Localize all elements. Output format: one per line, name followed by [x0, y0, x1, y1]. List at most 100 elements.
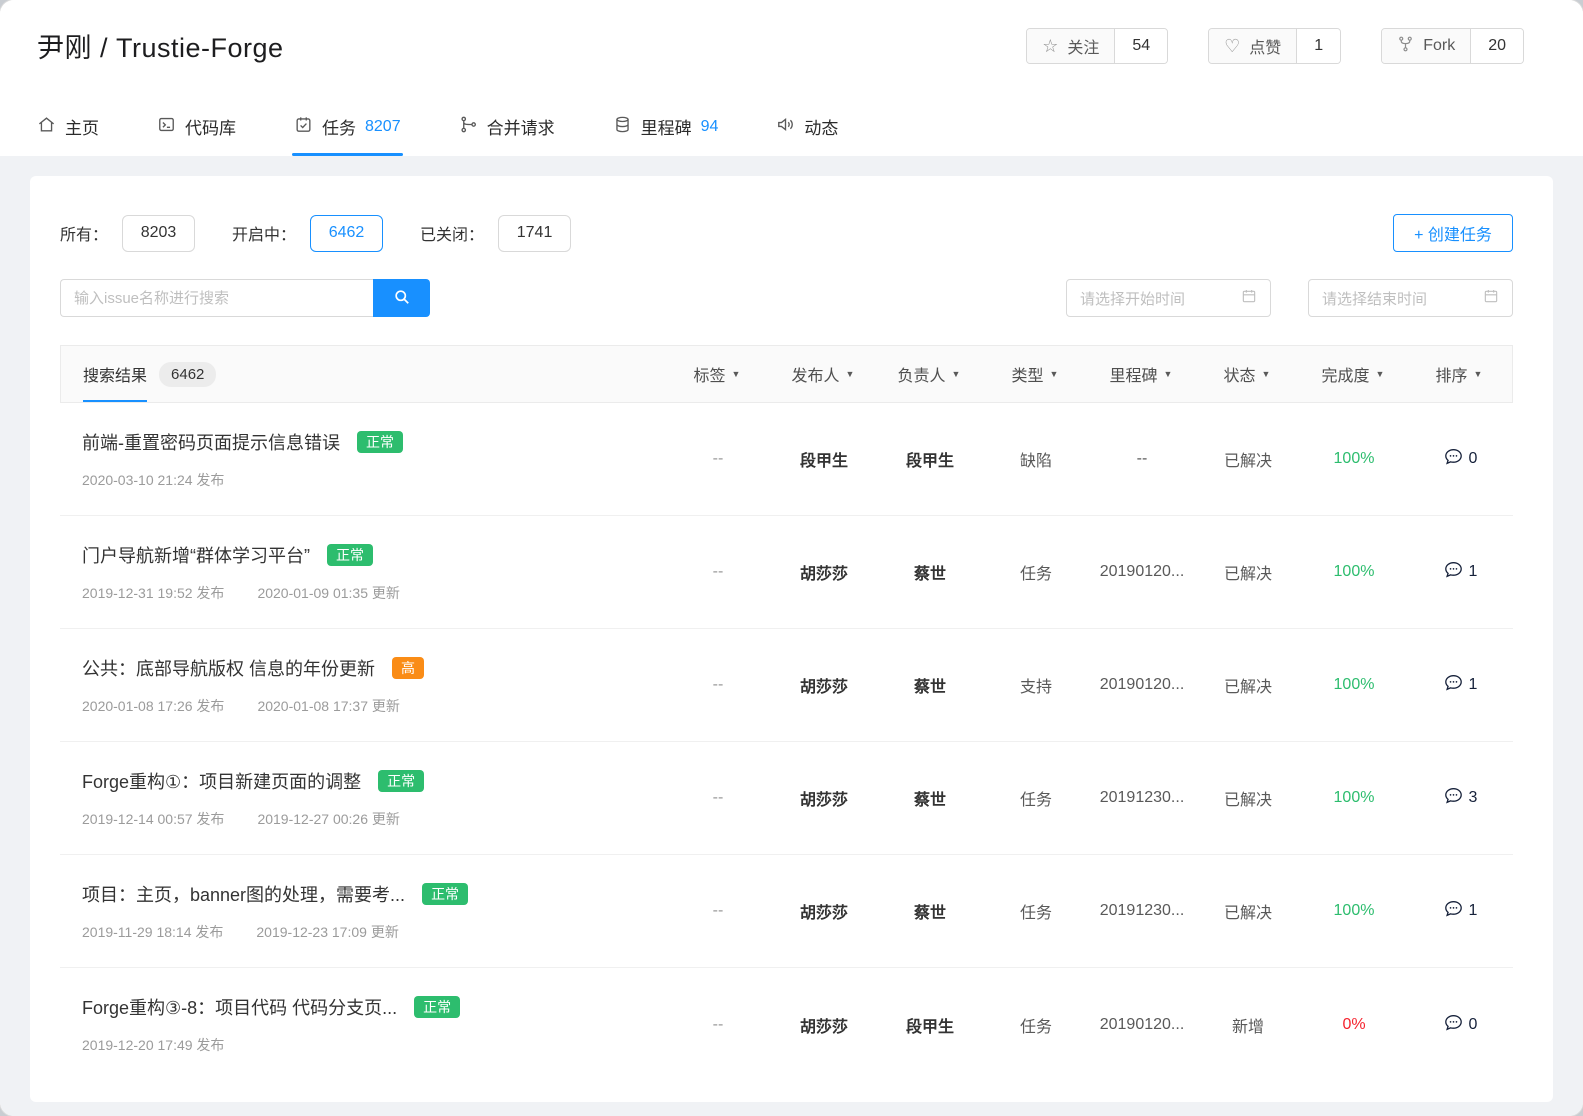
- column-type[interactable]: 类型▼: [982, 362, 1088, 386]
- cell-publisher[interactable]: 段甲生: [771, 447, 877, 471]
- cell-comments[interactable]: 1: [1407, 898, 1513, 924]
- column-status[interactable]: 状态▼: [1194, 362, 1300, 386]
- cell-publisher[interactable]: 胡莎莎: [771, 560, 877, 584]
- watch-count[interactable]: 54: [1114, 29, 1167, 63]
- cell-milestone: 20191230...: [1089, 789, 1195, 807]
- end-date-picker[interactable]: 请选择结束时间: [1308, 279, 1513, 317]
- status-badge: 正常: [327, 544, 373, 566]
- priority-badge: 高: [392, 657, 424, 679]
- cell-assignee[interactable]: 蔡世: [877, 786, 983, 810]
- issue-title[interactable]: 门户导航新增“群体学习平台”: [82, 542, 310, 568]
- column-publisher[interactable]: 发布人▼: [770, 362, 876, 386]
- cell-label: --: [665, 902, 771, 920]
- cell-status: 新增: [1195, 1013, 1301, 1037]
- create-issue-button[interactable]: + 创建任务: [1393, 214, 1513, 252]
- chevron-down-icon: ▼: [952, 369, 961, 379]
- published-date: 2019-12-20 17:49 发布: [82, 1035, 224, 1055]
- published-date: 2020-01-08 17:26 发布: [82, 696, 224, 716]
- issues-card: 所有： 8203 开启中： 6462 已关闭： 1741 + 创建任务: [30, 176, 1553, 1102]
- chevron-down-icon: ▼: [1164, 369, 1173, 379]
- cell-comments[interactable]: 1: [1407, 559, 1513, 585]
- cell-status: 已解决: [1195, 560, 1301, 584]
- repo-tabs: 主页 代码库 任务 8207: [37, 114, 1546, 156]
- table-row: 公共：底部导航版权 信息的年份更新 高 2020-01-08 17:26 发布 …: [60, 629, 1513, 742]
- home-icon: [37, 115, 56, 139]
- search-icon: [392, 287, 412, 310]
- cell-comments[interactable]: 0: [1407, 1012, 1513, 1038]
- cell-type: 任务: [983, 899, 1089, 923]
- cell-comments[interactable]: 0: [1407, 446, 1513, 472]
- cell-assignee[interactable]: 蔡世: [877, 560, 983, 584]
- cell-label: --: [665, 676, 771, 694]
- cell-comments[interactable]: 1: [1407, 672, 1513, 698]
- cell-type: 缺陷: [983, 447, 1089, 471]
- chevron-down-icon: ▼: [846, 369, 855, 379]
- fork-count[interactable]: 20: [1470, 29, 1523, 63]
- issue-title[interactable]: Forge重构①：项目新建页面的调整: [82, 768, 361, 794]
- search-input[interactable]: [60, 279, 373, 317]
- filter-closed-count[interactable]: 1741: [498, 215, 571, 252]
- tab-activity[interactable]: 动态: [776, 114, 838, 156]
- tab-milestones[interactable]: 里程碑 94: [613, 114, 719, 156]
- column-label[interactable]: 标签▼: [664, 362, 770, 386]
- tab-pull-requests[interactable]: 合并请求: [459, 114, 555, 156]
- cell-milestone: --: [1089, 450, 1195, 468]
- cell-status: 已解决: [1195, 447, 1301, 471]
- search-button[interactable]: [373, 279, 430, 317]
- cell-assignee[interactable]: 段甲生: [877, 1013, 983, 1037]
- cell-milestone: 20190120...: [1089, 676, 1195, 694]
- issue-title[interactable]: 公共：底部导航版权 信息的年份更新: [82, 655, 375, 681]
- column-sort[interactable]: 排序▼: [1406, 362, 1512, 386]
- like-count[interactable]: 1: [1296, 29, 1340, 63]
- cell-assignee[interactable]: 段甲生: [877, 447, 983, 471]
- page-title: 尹刚 / Trustie-Forge: [37, 26, 284, 65]
- comment-count: 3: [1469, 789, 1478, 807]
- published-date: 2019-11-29 18:14 发布: [82, 922, 223, 942]
- cell-milestone: 20191230...: [1089, 902, 1195, 920]
- cell-publisher[interactable]: 胡莎莎: [771, 899, 877, 923]
- comment-bubble-icon: [1443, 672, 1464, 698]
- date-pickers: 请选择开始时间 请选择结束时间: [1066, 279, 1513, 317]
- search-row: 请选择开始时间 请选择结束时间: [60, 279, 1513, 317]
- watch-button[interactable]: ☆ 关注 54: [1026, 28, 1168, 64]
- cell-assignee[interactable]: 蔡世: [877, 899, 983, 923]
- published-date: 2019-12-31 19:52 发布: [82, 583, 224, 603]
- filter-open-count[interactable]: 6462: [310, 215, 383, 252]
- column-assignee[interactable]: 负责人▼: [876, 362, 982, 386]
- issue-title[interactable]: 前端-重置密码页面提示信息错误: [82, 429, 340, 455]
- start-date-picker[interactable]: 请选择开始时间: [1066, 279, 1271, 317]
- results-count-badge: 6462: [159, 362, 216, 387]
- cell-comments[interactable]: 3: [1407, 785, 1513, 811]
- tab-home[interactable]: 主页: [37, 114, 99, 156]
- cell-status: 已解决: [1195, 899, 1301, 923]
- issue-title[interactable]: Forge重构③-8：项目代码 代码分支页...: [82, 994, 397, 1020]
- chevron-down-icon: ▼: [1050, 369, 1059, 379]
- filter-all-count[interactable]: 8203: [122, 215, 195, 252]
- cell-type: 任务: [983, 1013, 1089, 1037]
- repo-actions: ☆ 关注 54 ♡ 点赞 1: [1026, 28, 1524, 64]
- watch-label: 关注: [1067, 34, 1099, 58]
- cell-milestone: 20190120...: [1089, 1016, 1195, 1034]
- cell-publisher[interactable]: 胡莎莎: [771, 673, 877, 697]
- tab-issues[interactable]: 任务 8207: [294, 114, 401, 156]
- table-row: 门户导航新增“群体学习平台” 正常 2019-12-31 19:52 发布 20…: [60, 516, 1513, 629]
- issue-title[interactable]: 项目：主页，banner图的处理，需要考...: [82, 881, 405, 907]
- column-progress[interactable]: 完成度▼: [1300, 362, 1406, 386]
- cell-publisher[interactable]: 胡莎莎: [771, 786, 877, 810]
- calendar-icon: [1241, 288, 1257, 308]
- fork-button[interactable]: Fork 20: [1381, 28, 1524, 64]
- cell-publisher[interactable]: 胡莎莎: [771, 1013, 877, 1037]
- cell-label: --: [665, 1016, 771, 1034]
- column-milestone[interactable]: 里程碑▼: [1088, 362, 1194, 386]
- table-row: Forge重构③-8：项目代码 代码分支页... 正常 2019-12-20 1…: [60, 968, 1513, 1081]
- tab-repository[interactable]: 代码库: [157, 114, 236, 156]
- calendar-icon: [1483, 288, 1499, 308]
- cell-label: --: [665, 789, 771, 807]
- results-tab[interactable]: 搜索结果 6462: [83, 346, 216, 402]
- cell-assignee[interactable]: 蔡世: [877, 673, 983, 697]
- comment-count: 1: [1469, 563, 1478, 581]
- heart-icon: ♡: [1224, 37, 1240, 55]
- cell-progress: 100%: [1301, 902, 1407, 920]
- cell-progress: 100%: [1301, 789, 1407, 807]
- like-button[interactable]: ♡ 点赞 1: [1208, 28, 1341, 64]
